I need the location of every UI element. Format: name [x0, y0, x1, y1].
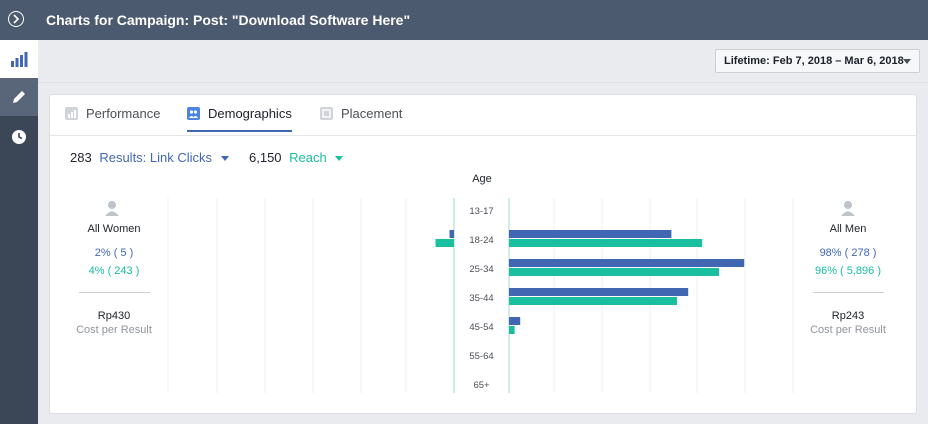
age-tick-label: 18-24 [469, 235, 493, 246]
date-range-label: Lifetime: Feb 7, 2018 – Mar 6, 2018 [724, 55, 904, 67]
bar-men-0 [509, 230, 672, 238]
age-tick-label: 13-17 [469, 206, 493, 217]
sidebar-item-edit[interactable] [0, 78, 38, 116]
bar-men-0 [509, 259, 745, 267]
age-tick-label: 35-44 [469, 293, 493, 304]
bar-men-0 [509, 317, 521, 325]
age-tick-label: 45-54 [469, 322, 493, 333]
bar-men-0 [509, 288, 689, 296]
expand-circle-icon[interactable] [8, 11, 24, 27]
page-title: Charts for Campaign: Post: "Download Sof… [46, 12, 411, 28]
pencil-icon [13, 91, 25, 103]
bar-men-1 [509, 239, 703, 247]
age-chart: 13-17 18-24 25-34 35-44 45-54 55-64 65+ [167, 198, 794, 393]
sidebar [0, 40, 38, 424]
bar-men-1 [509, 326, 515, 334]
chart-card: Performance Demographics Placement 283 R… [49, 94, 917, 414]
bar-men-1 [509, 268, 719, 276]
age-tick-label: 65+ [473, 380, 490, 391]
bar-chart-icon [11, 52, 28, 67]
chevron-down-icon [903, 59, 911, 64]
date-range-dropdown[interactable]: Lifetime: Feb 7, 2018 – Mar 6, 2018 [715, 49, 920, 73]
bar-men-1 [509, 297, 677, 305]
sidebar-item-history[interactable] [0, 118, 38, 156]
top-bar: Charts for Campaign: Post: "Download Sof… [0, 0, 928, 40]
age-tick-label: 25-34 [469, 264, 493, 275]
divider [38, 82, 928, 83]
clock-icon [12, 130, 26, 144]
bar-women-0 [449, 230, 454, 238]
age-tick-label: 55-64 [469, 351, 493, 362]
sidebar-item-charts[interactable] [0, 40, 38, 78]
bar-women-1 [435, 239, 454, 247]
